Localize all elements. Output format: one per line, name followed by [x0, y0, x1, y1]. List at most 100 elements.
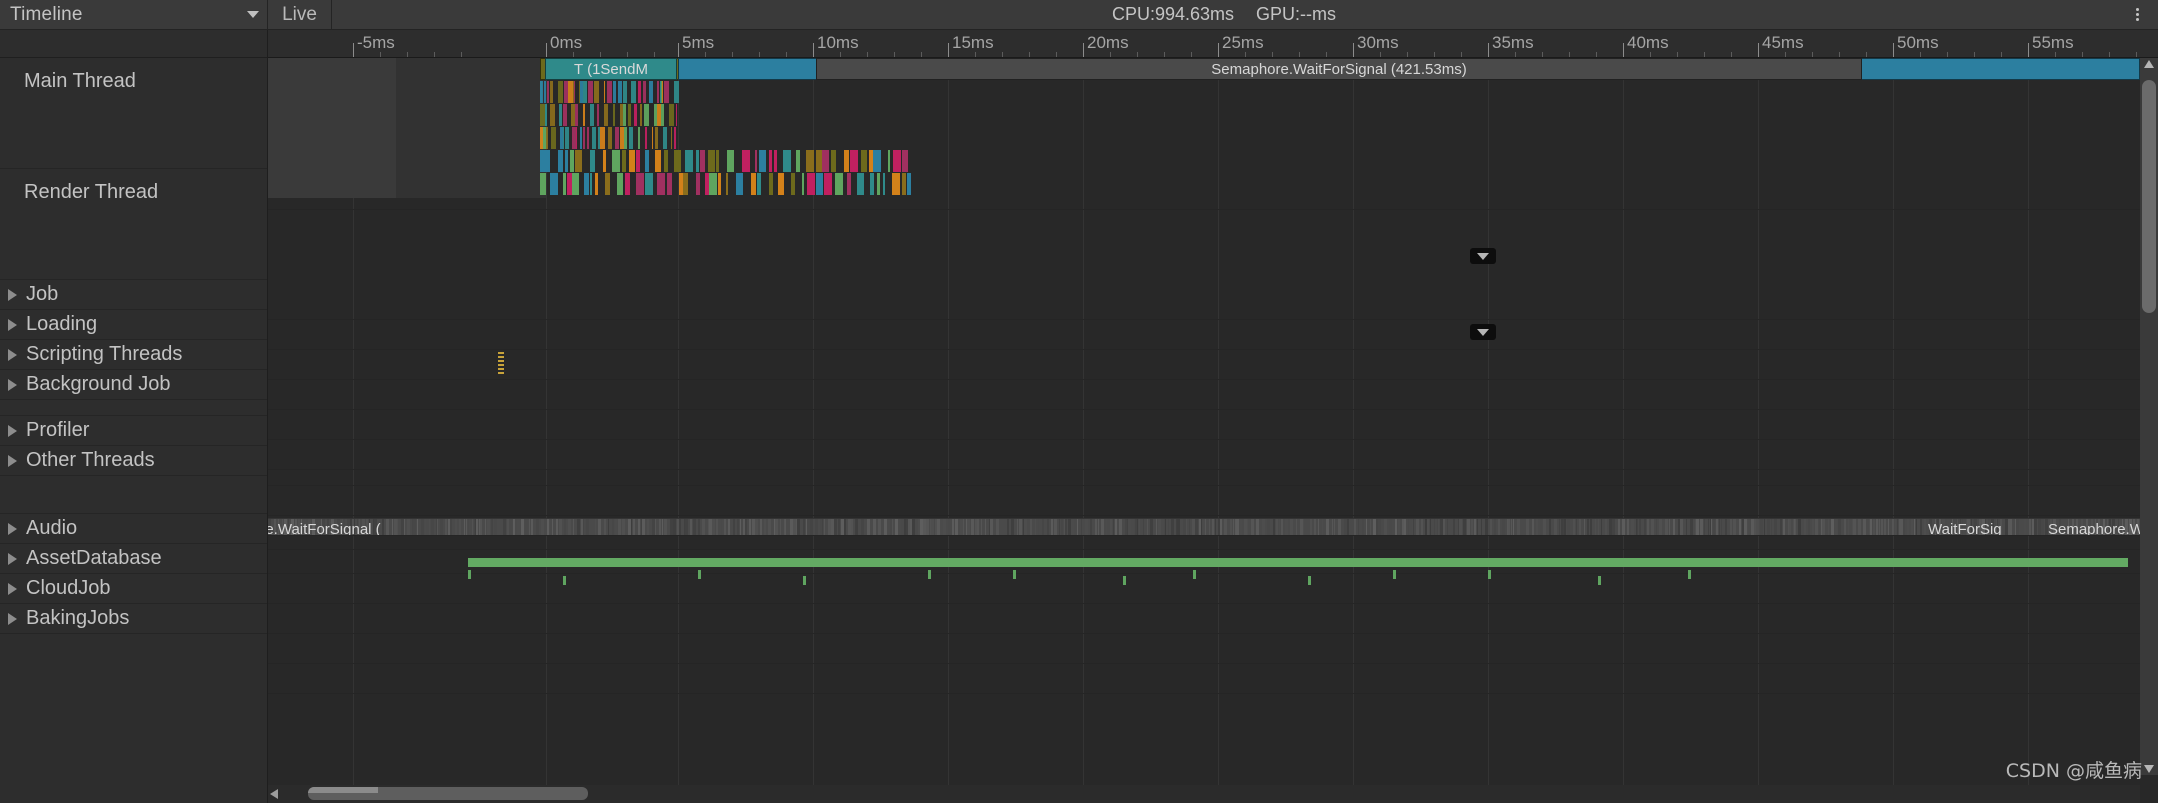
micro-sample[interactable] [877, 173, 880, 195]
job-sample[interactable] [498, 352, 504, 354]
micro-sample[interactable] [600, 127, 605, 149]
micro-sample[interactable] [645, 173, 653, 195]
micro-sample[interactable] [696, 150, 699, 172]
micro-sample[interactable] [664, 81, 669, 103]
triangle-right-icon[interactable] [8, 318, 17, 331]
triangle-up-icon[interactable] [2144, 60, 2154, 68]
micro-sample[interactable] [550, 173, 558, 195]
micro-sample[interactable] [657, 81, 659, 103]
micro-sample[interactable] [542, 104, 545, 126]
group-row-other-threads[interactable]: Other Threads [0, 446, 267, 476]
micro-sample[interactable] [629, 150, 635, 172]
micro-sample[interactable] [661, 104, 664, 126]
micro-sample[interactable] [572, 173, 579, 195]
thread-block-main[interactable]: Main Thread [0, 58, 267, 169]
micro-sample[interactable] [595, 173, 598, 195]
micro-sample[interactable] [558, 150, 563, 172]
micro-sample[interactable] [850, 150, 858, 172]
group-row-audio[interactable]: Audio [0, 514, 267, 544]
micro-sample[interactable] [613, 104, 615, 126]
render-thread-expand-button[interactable] [1470, 324, 1496, 340]
micro-sample[interactable] [847, 173, 851, 195]
micro-sample[interactable] [645, 150, 649, 172]
group-row-assetdatabase[interactable]: AssetDatabase [0, 544, 267, 574]
group-row-loading[interactable]: Loading [0, 310, 267, 340]
micro-sample[interactable] [888, 150, 890, 172]
micro-sample[interactable] [902, 150, 908, 172]
micro-sample[interactable] [623, 81, 627, 103]
triangle-right-icon[interactable] [8, 348, 17, 361]
micro-sample[interactable] [580, 127, 582, 149]
horizontal-scrollbar-thumb[interactable] [308, 787, 588, 800]
micro-sample[interactable] [545, 150, 550, 172]
job-row-samples[interactable] [498, 352, 504, 376]
micro-sample[interactable] [613, 81, 616, 103]
micro-sample[interactable] [576, 127, 577, 149]
micro-sample[interactable] [584, 173, 589, 195]
triangle-right-icon[interactable] [8, 612, 17, 625]
triangle-right-icon[interactable] [8, 454, 17, 467]
micro-sample[interactable] [631, 81, 636, 103]
micro-sample[interactable] [587, 127, 589, 149]
micro-sample[interactable] [831, 150, 836, 172]
micro-sample[interactable] [563, 127, 564, 149]
micro-sample[interactable] [634, 104, 637, 126]
micro-sample[interactable] [742, 150, 750, 172]
micro-sample[interactable] [870, 173, 874, 195]
micro-sample[interactable] [893, 150, 901, 172]
micro-sample[interactable] [559, 104, 562, 126]
triangle-right-icon[interactable] [8, 288, 17, 301]
micro-sample[interactable] [709, 173, 717, 195]
micro-sample[interactable] [783, 150, 791, 172]
micro-sample[interactable] [624, 127, 627, 149]
micro-sample[interactable] [588, 81, 593, 103]
job-sample[interactable] [498, 360, 504, 362]
group-row-scripting-threads[interactable]: Scripting Threads [0, 340, 267, 370]
triangle-down-icon[interactable] [2144, 765, 2154, 773]
micro-sample[interactable] [727, 150, 734, 172]
job-sample[interactable] [498, 364, 504, 366]
micro-sample[interactable] [663, 127, 667, 149]
thread-block-render[interactable]: Render Thread [0, 169, 267, 280]
micro-sample[interactable] [615, 127, 619, 149]
micro-sample[interactable] [774, 150, 777, 172]
micro-sample[interactable] [822, 150, 829, 172]
group-row-background-job[interactable]: Background Job [0, 370, 267, 400]
micro-sample[interactable] [907, 173, 911, 195]
time-ruler[interactable]: -5ms 0ms 5ms 10ms 15ms 20ms 25ms 30ms 35ms 40ms 45… [268, 30, 2158, 58]
micro-sample[interactable] [597, 104, 599, 126]
micro-sample[interactable] [716, 150, 719, 172]
vertical-scrollbar-thumb[interactable] [2142, 80, 2156, 313]
micro-sample[interactable] [674, 81, 679, 103]
micro-sample[interactable] [892, 173, 900, 195]
micro-sample[interactable] [544, 81, 546, 103]
micro-sample[interactable] [575, 150, 582, 172]
job-sample[interactable] [498, 368, 504, 370]
micro-sample[interactable] [655, 127, 658, 149]
micro-sample[interactable] [778, 173, 784, 195]
micro-sample[interactable] [824, 173, 832, 195]
micro-sample[interactable] [643, 81, 646, 103]
micro-sample[interactable] [662, 81, 663, 103]
triangle-right-icon[interactable] [8, 552, 17, 565]
render-thread-sample[interactable]: Semaphore.WaitForSignal (421.53ms) [816, 58, 1862, 80]
micro-sample[interactable] [594, 81, 599, 103]
micro-sample[interactable] [592, 127, 596, 149]
micro-sample[interactable] [700, 150, 705, 172]
group-row-profiler[interactable]: Profiler [0, 416, 267, 446]
micro-sample[interactable] [857, 173, 864, 195]
micro-sample[interactable] [807, 173, 815, 195]
micro-sample[interactable] [629, 127, 633, 149]
micro-sample[interactable] [638, 81, 641, 103]
micro-sample[interactable] [751, 173, 756, 195]
micro-sample[interactable] [902, 173, 906, 195]
triangle-right-icon[interactable] [8, 378, 17, 391]
micro-sample[interactable] [551, 127, 556, 149]
micro-sample[interactable] [575, 104, 578, 126]
group-row-bakingjobs[interactable]: BakingJobs [0, 604, 267, 634]
micro-sample[interactable] [590, 173, 592, 195]
job-sample[interactable] [498, 372, 504, 374]
micro-sample[interactable] [540, 173, 546, 195]
live-toggle-button[interactable]: Live [268, 0, 332, 29]
micro-sample[interactable] [636, 173, 644, 195]
